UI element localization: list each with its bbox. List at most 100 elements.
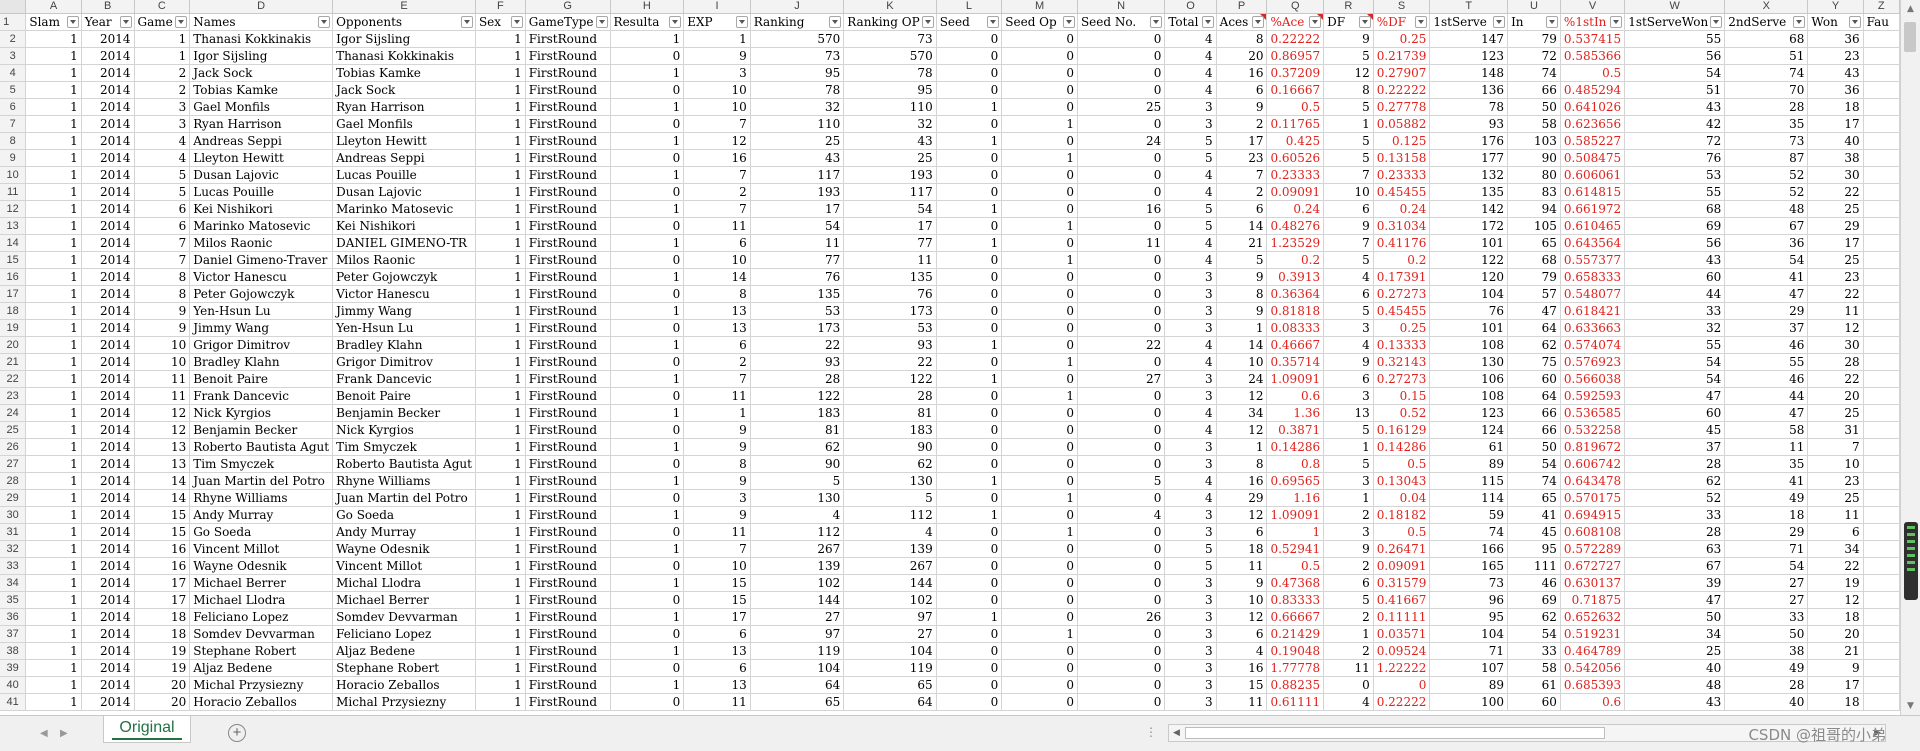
cell-n[interactable]: 0 xyxy=(1077,642,1166,660)
cell-o[interactable]: 3 xyxy=(1164,115,1217,133)
cell-s[interactable]: 0.31034 xyxy=(1373,217,1431,235)
cell-b[interactable]: 2014 xyxy=(81,217,135,235)
column-header-cell[interactable]: Ranking xyxy=(750,13,845,31)
cell-r[interactable]: 4 xyxy=(1323,336,1374,354)
cell-t[interactable]: 89 xyxy=(1429,455,1509,473)
cell-f[interactable]: 1 xyxy=(475,166,526,184)
cell-d[interactable]: Go Soeda xyxy=(189,523,334,541)
cell-y[interactable]: 18 xyxy=(1807,608,1864,626)
cell-w[interactable]: 28 xyxy=(1624,455,1726,473)
cell-d[interactable]: Roberto Bautista Agut xyxy=(189,438,334,456)
cell-c[interactable]: 4 xyxy=(134,132,191,150)
cell-k[interactable]: 62 xyxy=(843,455,937,473)
cell-s[interactable]: 0.21739 xyxy=(1373,47,1431,65)
cell-p[interactable]: 10 xyxy=(1216,591,1268,609)
cell-e[interactable]: Stephane Robert xyxy=(332,659,476,677)
filter-dropdown-icon[interactable] xyxy=(1793,16,1806,28)
cell-a[interactable]: 1 xyxy=(25,251,82,269)
cell-q[interactable]: 0.19048 xyxy=(1266,642,1325,660)
row-number[interactable]: 40 xyxy=(0,676,27,694)
cell-w[interactable]: 37 xyxy=(1624,438,1726,456)
cell-x[interactable]: 54 xyxy=(1724,251,1809,269)
cell-l[interactable]: 0 xyxy=(936,268,1003,286)
cell-r[interactable]: 5 xyxy=(1323,591,1374,609)
cell-y[interactable]: 25 xyxy=(1807,489,1864,507)
cell-x[interactable]: 74 xyxy=(1724,64,1809,82)
cell-g[interactable]: FirstRound xyxy=(525,64,611,82)
cell-l[interactable]: 0 xyxy=(936,591,1003,609)
cell-e[interactable]: Dusan Lajovic xyxy=(332,183,476,201)
cell-m[interactable]: 0 xyxy=(1001,302,1078,320)
row-number[interactable]: 29 xyxy=(0,489,27,507)
cell-l[interactable]: 1 xyxy=(936,200,1003,218)
cell-v[interactable]: 0.694915 xyxy=(1560,506,1626,524)
cell-w[interactable]: 34 xyxy=(1624,625,1726,643)
cell-a[interactable]: 1 xyxy=(25,591,82,609)
cell-d[interactable]: Ryan Harrison xyxy=(189,115,334,133)
cell-j[interactable]: 11 xyxy=(750,234,845,252)
cell-l[interactable]: 0 xyxy=(936,387,1003,405)
cell-f[interactable]: 1 xyxy=(475,472,526,490)
cell-p[interactable]: 2 xyxy=(1216,115,1268,133)
cell-h[interactable]: 0 xyxy=(610,489,685,507)
column-letter-g[interactable]: G xyxy=(525,0,611,14)
cell-a[interactable]: 1 xyxy=(25,200,82,218)
column-header-cell[interactable]: Game xyxy=(134,13,191,31)
cell-z[interactable] xyxy=(1863,540,1900,558)
cell-z[interactable] xyxy=(1863,30,1900,48)
filter-dropdown-icon[interactable] xyxy=(921,16,934,28)
cell-a[interactable]: 1 xyxy=(25,676,82,694)
cell-r[interactable]: 5 xyxy=(1323,98,1374,116)
cell-c[interactable]: 3 xyxy=(134,98,191,116)
cell-d[interactable]: Michal Przysiezny xyxy=(189,676,334,694)
cell-p[interactable]: 1 xyxy=(1216,438,1268,456)
cell-w[interactable]: 67 xyxy=(1624,557,1726,575)
cell-l[interactable]: 0 xyxy=(936,523,1003,541)
cell-r[interactable]: 5 xyxy=(1323,132,1374,150)
row-number[interactable]: 11 xyxy=(0,183,27,201)
cell-i[interactable]: 6 xyxy=(683,659,751,677)
row-number[interactable]: 37 xyxy=(0,625,27,643)
cell-r[interactable]: 4 xyxy=(1323,268,1374,286)
cell-w[interactable]: 68 xyxy=(1624,200,1726,218)
cell-v[interactable]: 0.519231 xyxy=(1560,625,1626,643)
cell-s[interactable]: 0.09091 xyxy=(1373,557,1431,575)
cell-d[interactable]: Michael Berrer xyxy=(189,574,334,592)
cell-u[interactable]: 62 xyxy=(1507,608,1561,626)
cell-g[interactable]: FirstRound xyxy=(525,693,611,711)
column-letter-a[interactable]: A xyxy=(25,0,82,14)
cell-y[interactable]: 12 xyxy=(1807,591,1864,609)
cell-n[interactable]: 0 xyxy=(1077,268,1166,286)
cell-h[interactable]: 1 xyxy=(610,472,685,490)
row-number[interactable]: 8 xyxy=(0,132,27,150)
cell-g[interactable]: FirstRound xyxy=(525,234,611,252)
cell-h[interactable]: 1 xyxy=(610,234,685,252)
cell-j[interactable]: 78 xyxy=(750,81,845,99)
cell-o[interactable]: 3 xyxy=(1164,285,1217,303)
cell-h[interactable]: 1 xyxy=(610,98,685,116)
cell-w[interactable]: 63 xyxy=(1624,540,1726,558)
cell-a[interactable]: 1 xyxy=(25,455,82,473)
cell-s[interactable]: 0.13158 xyxy=(1373,149,1431,167)
cell-z[interactable] xyxy=(1863,251,1900,269)
cell-f[interactable]: 1 xyxy=(475,693,526,711)
cell-v[interactable]: 0.508475 xyxy=(1560,149,1626,167)
cell-c[interactable]: 12 xyxy=(134,421,191,439)
cell-p[interactable]: 9 xyxy=(1216,302,1268,320)
cell-u[interactable]: 103 xyxy=(1507,132,1561,150)
cell-z[interactable] xyxy=(1863,625,1900,643)
cell-o[interactable]: 4 xyxy=(1164,234,1217,252)
cell-c[interactable]: 7 xyxy=(134,251,191,269)
cell-r[interactable]: 6 xyxy=(1323,200,1374,218)
cell-l[interactable]: 0 xyxy=(936,404,1003,422)
cell-g[interactable]: FirstRound xyxy=(525,540,611,558)
cell-a[interactable]: 1 xyxy=(25,523,82,541)
cell-e[interactable]: Bradley Klahn xyxy=(332,336,476,354)
cell-d[interactable]: Wayne Odesnik xyxy=(189,557,334,575)
cell-c[interactable]: 20 xyxy=(134,693,191,711)
cell-r[interactable]: 1 xyxy=(1323,489,1374,507)
cell-r[interactable]: 2 xyxy=(1323,642,1374,660)
cell-y[interactable]: 22 xyxy=(1807,285,1864,303)
cell-x[interactable]: 68 xyxy=(1724,30,1809,48)
cell-j[interactable]: 54 xyxy=(750,217,845,235)
